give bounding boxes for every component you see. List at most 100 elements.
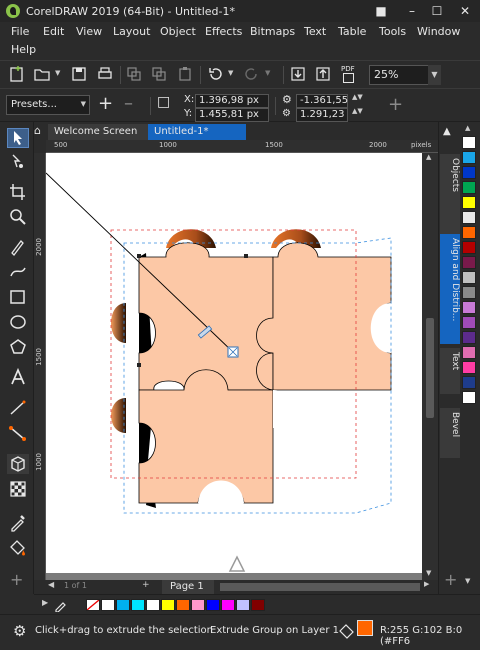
vanishing-point-y-input[interactable]: 1.291,23 px xyxy=(296,108,348,132)
scroll-down-icon[interactable]: ▼ xyxy=(426,569,431,577)
docker-tab-bevel[interactable]: Bevel xyxy=(440,408,460,458)
menu-view[interactable]: View xyxy=(76,25,102,38)
redo-dropdown-icon[interactable]: ▼ xyxy=(265,69,270,77)
menu-effects[interactable]: Effects xyxy=(205,25,242,38)
polygon-tool-icon[interactable] xyxy=(7,337,29,357)
palette-swatch[interactable] xyxy=(462,316,476,329)
document-palette-swatch[interactable] xyxy=(161,599,175,611)
vanishing-point-x-input[interactable]: -1.361,55 p xyxy=(296,94,348,118)
menu-object[interactable]: Object xyxy=(160,25,196,38)
palette-scroll-down-icon[interactable]: ▼ xyxy=(465,577,470,585)
cut-icon[interactable] xyxy=(125,65,143,83)
paste-icon[interactable] xyxy=(176,65,194,83)
document-palette-swatch[interactable] xyxy=(221,599,235,611)
freehand-tool-icon[interactable] xyxy=(7,237,29,257)
ellipse-tool-icon[interactable] xyxy=(7,312,29,332)
menu-layout[interactable]: Layout xyxy=(113,25,150,38)
minimize-button[interactable]: – xyxy=(399,0,425,22)
copy-icon[interactable] xyxy=(150,65,168,83)
save-icon[interactable] xyxy=(70,65,88,83)
open-folder-icon[interactable] xyxy=(33,65,51,83)
horizontal-scrollbar[interactable] xyxy=(220,583,420,591)
palette-flyout-icon[interactable]: ▶ xyxy=(42,598,48,607)
menu-bitmaps[interactable]: Bitmaps xyxy=(250,25,295,38)
palette-swatch[interactable] xyxy=(462,376,476,389)
docker-tab-objects[interactable]: Objects xyxy=(440,154,460,234)
document-palette-swatch[interactable] xyxy=(236,599,250,611)
palette-swatch[interactable] xyxy=(462,391,476,404)
palette-scroll-up-icon[interactable]: ▲ xyxy=(465,124,470,132)
puzzle-piece-top-left[interactable] xyxy=(138,242,291,391)
add-icon[interactable]: + xyxy=(388,94,403,115)
palette-swatch[interactable] xyxy=(462,346,476,359)
palette-swatch[interactable] xyxy=(462,256,476,269)
menu-tools[interactable]: Tools xyxy=(379,25,406,38)
print-icon[interactable] xyxy=(96,65,114,83)
document-palette-swatch[interactable] xyxy=(176,599,190,611)
menu-help[interactable]: Help xyxy=(11,43,36,56)
undo-dropdown-icon[interactable]: ▼ xyxy=(228,69,233,77)
document-palette-swatch[interactable] xyxy=(146,599,160,611)
document-palette-swatch[interactable] xyxy=(131,599,145,611)
palette-swatch[interactable] xyxy=(462,196,476,209)
zoom-dropdown-icon[interactable]: ▼ xyxy=(428,65,441,85)
tab-welcome-screen[interactable]: Welcome Screen xyxy=(48,124,148,140)
palette-swatch[interactable] xyxy=(462,301,476,314)
palette-swatch[interactable] xyxy=(462,361,476,374)
menu-text[interactable]: Text xyxy=(304,25,326,38)
puzzle-piece-bottom-left[interactable] xyxy=(138,369,274,504)
palette-swatch[interactable] xyxy=(462,166,476,179)
text-tool-icon[interactable] xyxy=(7,367,29,387)
docker-tab-align-distribute[interactable]: Align and Distrib... xyxy=(440,234,460,344)
node-handle[interactable] xyxy=(244,254,248,258)
page-tab-1[interactable]: Page 1 xyxy=(162,580,214,594)
tab-untitled-1[interactable]: Untitled-1* xyxy=(148,124,246,140)
scroll-up-icon[interactable]: ▲ xyxy=(426,153,431,161)
customize-toolbox-icon[interactable]: + xyxy=(10,570,23,589)
zoom-tool-icon[interactable] xyxy=(7,207,29,227)
palette-swatch[interactable] xyxy=(462,241,476,254)
palette-swatch[interactable] xyxy=(462,271,476,284)
redo-icon[interactable] xyxy=(243,65,261,83)
fill-color-swatch[interactable] xyxy=(357,620,373,636)
document-palette-swatch[interactable] xyxy=(206,599,220,611)
node-handle[interactable] xyxy=(137,254,141,258)
document-palette-swatch[interactable] xyxy=(191,599,205,611)
interactive-fill-tool-icon[interactable] xyxy=(7,537,29,557)
eyedropper-tool-icon[interactable] xyxy=(7,512,29,532)
extrude-tool-icon[interactable] xyxy=(7,454,29,474)
transparency-tool-icon[interactable] xyxy=(7,479,29,499)
add-page-icon[interactable]: + xyxy=(142,580,150,590)
palette-swatch[interactable] xyxy=(462,181,476,194)
home-icon[interactable]: ⌂ xyxy=(34,124,48,140)
connector-tool-icon[interactable] xyxy=(7,423,29,443)
palette-swatch[interactable] xyxy=(462,331,476,344)
docker-collapse-icon[interactable]: ▲ xyxy=(443,126,451,137)
menu-file[interactable]: File xyxy=(11,25,29,38)
docker-tab-text[interactable]: Text xyxy=(440,348,460,394)
export-icon[interactable] xyxy=(314,65,332,83)
no-color-swatch[interactable] xyxy=(86,599,100,611)
horizontal-ruler[interactable]: 500 1000 1500 2000 pixels xyxy=(46,140,438,153)
palette-swatch[interactable] xyxy=(462,286,476,299)
scrollbar-thumb[interactable] xyxy=(426,318,434,418)
drawing-page[interactable] xyxy=(46,153,438,580)
puzzle-piece-top-right[interactable] xyxy=(256,242,392,391)
shape-tool-icon[interactable] xyxy=(7,152,29,172)
publish-to-pdf-icon[interactable]: PDF xyxy=(340,65,358,85)
vertical-ruler[interactable]: 2000 1500 1000 xyxy=(34,153,46,580)
rectangle-tool-icon[interactable] xyxy=(7,287,29,307)
vp-y-spin-icon[interactable]: ▲▼ xyxy=(352,107,363,115)
maximize-button[interactable]: ☐ xyxy=(424,0,450,22)
parallel-dimension-tool-icon[interactable] xyxy=(7,398,29,418)
account-icon[interactable]: ■ xyxy=(368,0,394,22)
scroll-right-icon[interactable]: ▶ xyxy=(424,580,429,588)
presets-dropdown[interactable]: Presets... ▼ xyxy=(6,95,90,115)
settings-gear-icon[interactable]: ⚙ xyxy=(13,622,26,640)
import-icon[interactable] xyxy=(289,65,307,83)
vertical-scrollbar[interactable]: ▲ ▼ xyxy=(422,153,438,580)
x-position-input[interactable]: 1.396,98 px xyxy=(195,94,269,108)
menu-edit[interactable]: Edit xyxy=(43,25,64,38)
palette-swatch[interactable] xyxy=(462,151,476,164)
remove-preset-icon[interactable]: – xyxy=(124,93,133,114)
